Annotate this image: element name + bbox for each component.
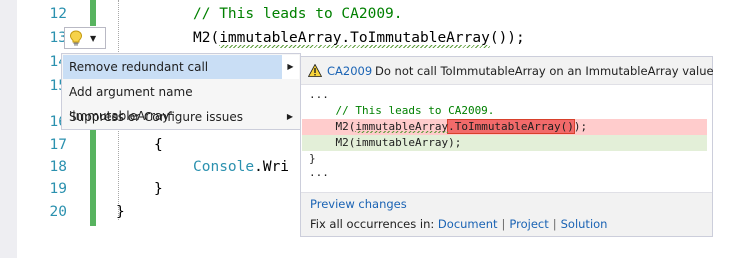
diagnostic-id-link[interactable]: CA2009 xyxy=(327,64,372,78)
lightbulb-icon xyxy=(69,30,83,46)
squiggled-expression: immutableArray.ToImmutableArray xyxy=(219,27,490,49)
line-number: 17 xyxy=(49,137,67,153)
method-name: M2 xyxy=(193,30,211,46)
code-brace: } xyxy=(116,204,125,220)
line-number: 13 xyxy=(49,30,67,46)
warning-squiggle xyxy=(219,45,490,48)
code-text: ); xyxy=(573,120,588,133)
submenu-arrow-icon[interactable]: ▶ xyxy=(281,55,299,79)
separator: | xyxy=(501,217,506,231)
preview-added-line: M2(immutableArray); xyxy=(302,135,707,151)
removed-text: .ToImmutableArray() xyxy=(447,119,575,134)
chevron-down-icon: ▼ xyxy=(90,33,97,43)
preview-changes-link[interactable]: Preview changes xyxy=(310,197,407,211)
change-indicator xyxy=(90,0,96,26)
code-comment: // This leads to CA2009. xyxy=(193,6,403,22)
line-number: 12 xyxy=(49,6,67,22)
separator: | xyxy=(552,217,557,231)
code-editor[interactable]: 12 13 14 15 16 17 18 19 20 // This leads… xyxy=(0,0,733,258)
line-number: 16 xyxy=(49,114,67,130)
preview-line: // This leads to CA2009. xyxy=(309,104,495,117)
menu-item-label: Remove redundant call xyxy=(69,60,209,74)
preview-removed-line: M2(immutableArray.ToImmutableArray()); xyxy=(302,119,707,135)
fix-all-solution-link[interactable]: Solution xyxy=(561,217,608,231)
type-name: Console xyxy=(193,159,255,175)
code-text: M2( xyxy=(309,120,356,133)
code-brace: } xyxy=(154,181,163,197)
lightbulb-button[interactable]: ▼ xyxy=(64,27,106,49)
line-number: 20 xyxy=(49,204,67,220)
fix-preview-pane: CA2009 Do not call ToImmutableArray on a… xyxy=(300,56,714,237)
quick-actions-menu: Remove redundant call ▶ Add argument nam… xyxy=(61,53,301,130)
dot: . xyxy=(341,30,351,46)
preview-footer: Preview changes Fix all occurrences in: … xyxy=(301,192,712,236)
line-number: 18 xyxy=(49,159,67,175)
fix-all-project-link[interactable]: Project xyxy=(509,217,548,231)
code-text: .Wri xyxy=(254,159,290,175)
code-text: immutableArray xyxy=(355,120,449,133)
fix-all-label: Fix all occurrences in: xyxy=(310,217,435,231)
paren: ( xyxy=(210,30,220,46)
diagnostic-message: Do not call ToImmutableArray on an Immut… xyxy=(375,64,714,78)
fix-all-occurrences: Fix all occurrences in: Document | Project… xyxy=(310,217,607,231)
code-line-13: M2(immutableArray.ToImmutableArray ()); xyxy=(193,27,525,49)
line-number: 19 xyxy=(49,181,67,197)
argument: immutableArray xyxy=(219,30,342,46)
change-indicator xyxy=(90,130,96,226)
diagnostic-header: CA2009 Do not call ToImmutableArray on a… xyxy=(301,57,714,85)
menu-item-suppress-configure[interactable]: Suppress or Configure issues ▶ xyxy=(63,105,299,129)
code-line-18: Console.Wri xyxy=(193,156,289,178)
warning-icon xyxy=(308,64,322,77)
fix-all-document-link[interactable]: Document xyxy=(438,217,498,231)
preview-line: ... xyxy=(309,88,329,101)
code-brace: { xyxy=(154,137,163,153)
submenu-arrow-icon: ▶ xyxy=(286,112,294,121)
redundant-call: ToImmutableArray xyxy=(350,30,490,46)
editor-margin xyxy=(0,0,17,258)
line-number: 14 xyxy=(49,54,67,70)
menu-item-add-argument-name[interactable]: Add argument name 'immutableArray' xyxy=(63,80,299,123)
menu-item-remove-redundant-call[interactable]: Remove redundant call ▶ xyxy=(63,55,299,79)
paren: ()); xyxy=(489,30,525,46)
line-number: 15 xyxy=(49,78,67,94)
preview-line: ... xyxy=(309,166,329,179)
menu-item-label: Suppress or Configure issues xyxy=(69,110,243,124)
